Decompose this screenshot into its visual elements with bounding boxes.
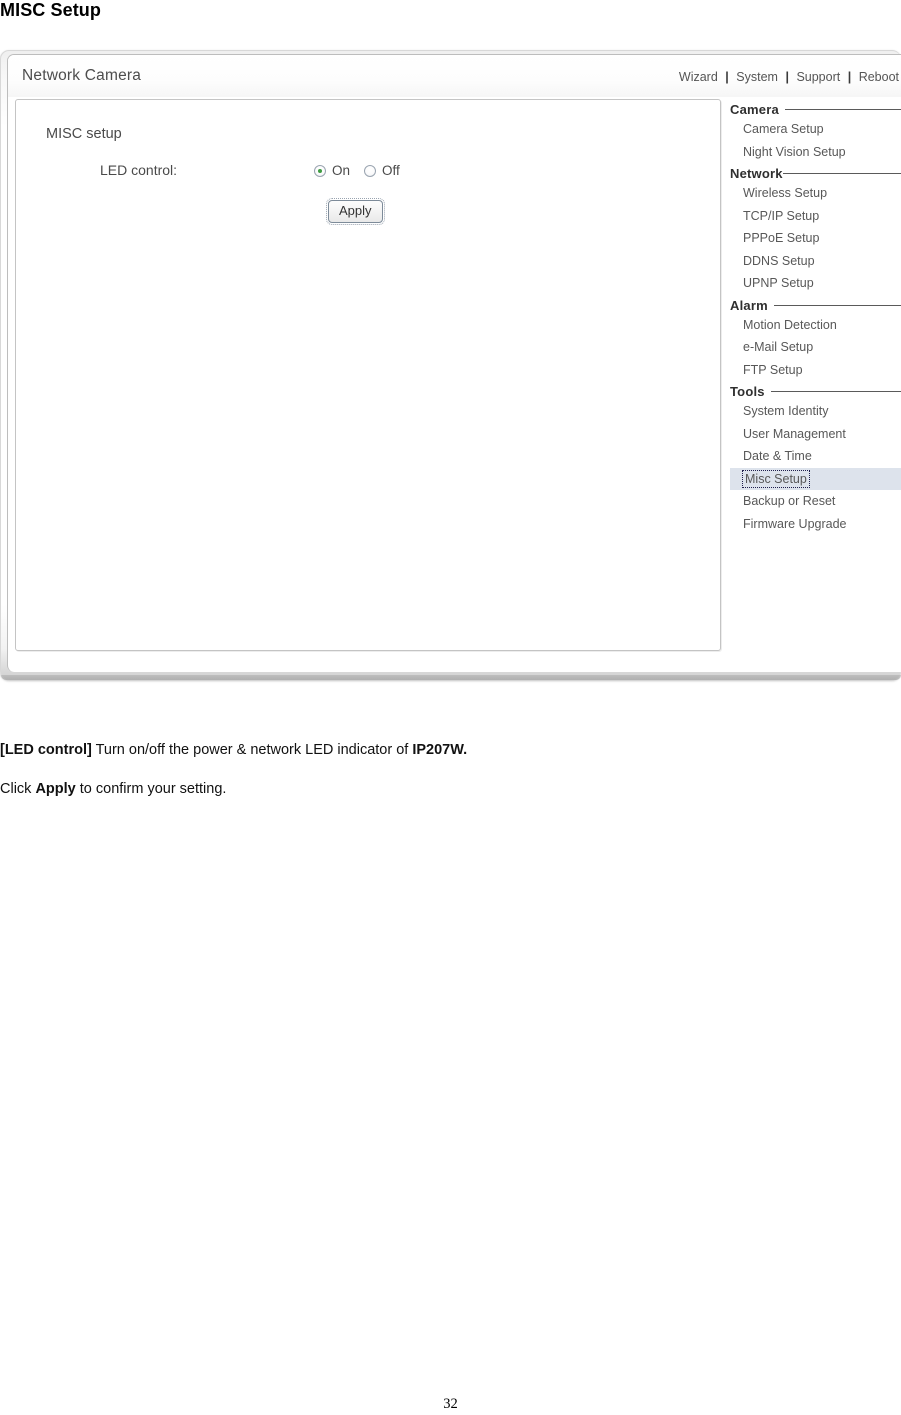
group-rule xyxy=(782,173,901,175)
sidebar-group-title-camera: Camera xyxy=(730,99,901,118)
led-control-row: LED control: On Off xyxy=(16,162,722,188)
sidebar-item-night-vision-setup[interactable]: Night Vision Setup xyxy=(730,141,901,164)
top-navigation: Wizard | System | Support | Reboot xyxy=(679,70,899,84)
main-content-panel: MISC setup LED control: On Off Apply xyxy=(15,99,721,651)
sidebar-item-tcpip-setup[interactable]: TCP/IP Setup xyxy=(730,205,901,228)
nav-link-reboot[interactable]: Reboot xyxy=(859,70,899,84)
apply-term: Apply xyxy=(35,781,76,797)
sidebar-group-network: Network Wireless Setup TCP/IP Setup PPPo… xyxy=(730,163,901,295)
nav-separator: | xyxy=(785,70,789,84)
page-title: MISC Setup xyxy=(0,0,102,20)
sidebar-item-date-and-time[interactable]: Date & Time xyxy=(730,445,901,468)
nav-link-system[interactable]: System xyxy=(736,70,778,84)
camera-ui-screenshot: Network Camera Wizard | System | Support… xyxy=(0,50,901,680)
window-body: Network Camera Wizard | System | Support… xyxy=(7,54,901,672)
sidebar-item-system-identity[interactable]: System Identity xyxy=(730,400,901,423)
description-paragraph-led-control: [LED control] Turn on/off the power & ne… xyxy=(0,740,860,760)
model-name: IP207W. xyxy=(412,742,468,758)
sidebar-group-alarm: Alarm Motion Detection e-Mail Setup FTP … xyxy=(730,295,901,382)
sidebar-item-motion-detection[interactable]: Motion Detection xyxy=(730,314,901,337)
brand-label: Network Camera xyxy=(22,67,142,84)
radio-label-on: On xyxy=(332,163,351,178)
radio-unselected-icon[interactable] xyxy=(364,164,377,177)
sidebar-item-user-management[interactable]: User Management xyxy=(730,423,901,446)
sidebar-group-title-network: Network xyxy=(730,163,901,182)
sidebar-item-camera-setup[interactable]: Camera Setup xyxy=(730,118,901,141)
group-rule xyxy=(784,109,901,111)
led-control-term: [LED control] xyxy=(0,742,92,758)
group-rule xyxy=(770,391,901,393)
nav-separator: | xyxy=(847,70,852,84)
apply-instruction-lead: Click xyxy=(0,781,36,797)
radio-option-on[interactable]: On xyxy=(314,163,350,178)
sidebar-item-wireless-setup[interactable]: Wireless Setup xyxy=(730,182,901,205)
sidebar-item-email-setup[interactable]: e-Mail Setup xyxy=(730,336,901,359)
nav-separator: | xyxy=(725,70,729,84)
group-rule xyxy=(773,304,901,306)
sidebar-item-misc-setup[interactable]: Misc Setup xyxy=(730,467,901,490)
apply-button-wrapper: Apply xyxy=(326,198,385,225)
radio-selected-icon[interactable] xyxy=(314,164,326,177)
sidebar-item-backup-or-reset[interactable]: Backup or Reset xyxy=(730,490,901,513)
radio-label-off: Off xyxy=(382,163,400,178)
sidebar-item-ddns-setup[interactable]: DDNS Setup xyxy=(730,250,901,273)
sidebar-group-title-alarm: Alarm xyxy=(730,295,901,314)
section-heading-misc-setup: MISC setup xyxy=(46,126,122,142)
radio-option-off[interactable]: Off xyxy=(364,163,400,178)
sidebar-item-firmware-upgrade[interactable]: Firmware Upgrade xyxy=(730,513,901,536)
led-control-label: LED control: xyxy=(100,162,178,178)
nav-link-support[interactable]: Support xyxy=(796,70,840,84)
app-header: Network Camera Wizard | System | Support… xyxy=(8,55,901,97)
sidebar-group-tools: Tools System Identity User Management Da… xyxy=(730,381,901,535)
sidebar-item-ftp-setup[interactable]: FTP Setup xyxy=(730,359,901,382)
apply-button[interactable]: Apply xyxy=(326,198,385,225)
sidebar-item-pppoe-setup[interactable]: PPPoE Setup xyxy=(730,227,901,250)
led-control-radio-group[interactable]: On Off xyxy=(314,163,414,178)
sidebar-group-title-tools: Tools xyxy=(730,381,901,400)
apply-instruction-tail: to confirm your setting. xyxy=(75,781,227,797)
settings-sidebar: Camera Camera Setup Night Vision Setup N… xyxy=(730,99,901,659)
page-number: 32 xyxy=(443,1396,458,1412)
led-control-description: Turn on/off the power & network LED indi… xyxy=(91,742,413,758)
sidebar-item-upnp-setup[interactable]: UPNP Setup xyxy=(730,272,901,295)
description-paragraph-apply: Click Apply to confirm your setting. xyxy=(0,779,860,799)
sidebar-group-camera: Camera Camera Setup Night Vision Setup xyxy=(730,99,901,163)
nav-link-wizard[interactable]: Wizard xyxy=(679,70,718,84)
